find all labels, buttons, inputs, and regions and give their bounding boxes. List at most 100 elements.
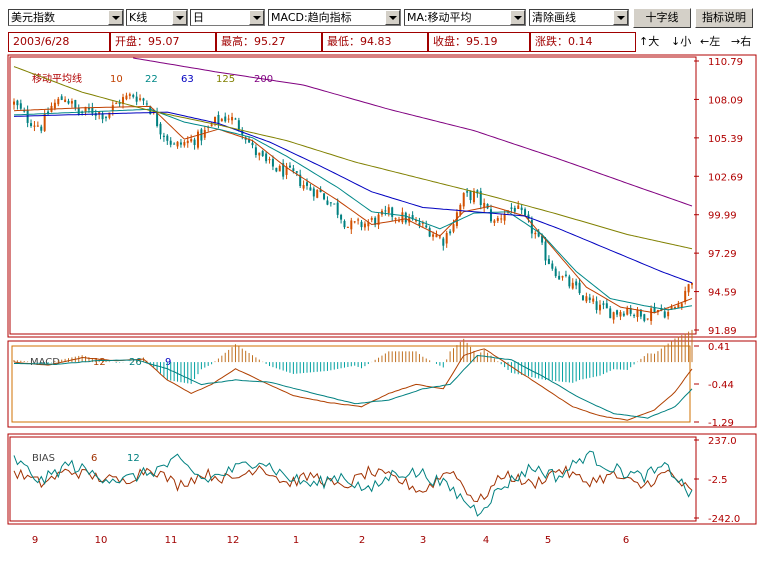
candle-body: [265, 153, 268, 162]
ma-legend-22: 22: [145, 74, 158, 85]
candle-body: [646, 318, 649, 320]
candle-body: [128, 94, 131, 96]
candle-body: [251, 142, 254, 146]
candle-body: [43, 113, 46, 131]
candle-body: [36, 125, 39, 127]
candle-body: [547, 258, 550, 264]
candle-body: [449, 231, 452, 234]
candle-body: [667, 311, 670, 317]
x-tick-label-1: 1: [293, 535, 299, 546]
candle-body: [196, 131, 199, 148]
x-tick-label-10: 10: [95, 535, 108, 546]
candle-body: [404, 212, 407, 223]
candle-body: [271, 159, 274, 167]
x-tick-label-11: 11: [165, 535, 178, 546]
candle-body: [496, 218, 499, 221]
candle-body: [581, 295, 584, 301]
candle-body: [220, 118, 223, 122]
candle-body: [193, 139, 196, 145]
candle-body: [306, 182, 309, 186]
candle-body: [459, 204, 462, 216]
bias-legend-12: 12: [127, 453, 140, 464]
candle-body: [268, 159, 271, 161]
candle-body: [442, 238, 445, 246]
candle-body: [292, 168, 295, 171]
candle-body: [190, 139, 193, 142]
candle-body: [186, 140, 189, 144]
candle-body: [568, 276, 571, 287]
candle-body: [554, 268, 557, 277]
candle-body: [503, 213, 506, 221]
candle-body: [626, 308, 629, 315]
candle-body: [588, 297, 591, 301]
candle-body: [60, 96, 63, 100]
ma-legend-63: 63: [181, 74, 194, 85]
candle-body: [70, 101, 73, 104]
candle-body: [261, 150, 264, 156]
macd-y-tick-label: -0.44: [708, 380, 734, 391]
candle-body: [585, 296, 588, 302]
candle-body: [77, 107, 80, 115]
candle-body: [234, 118, 237, 120]
chart-area[interactable]: 110.79 108.09 105.39 102.69 99.99 97.29 94.59 9…: [0, 0, 764, 564]
ma63-line: [13, 111, 693, 284]
candle-body: [118, 102, 121, 104]
price-y-tick-label: 99.99: [708, 211, 737, 222]
x-tick-label-6: 6: [623, 535, 629, 546]
x-tick-label-5: 5: [545, 535, 551, 546]
ma-legend-10: 10: [110, 74, 123, 85]
candle-body: [544, 241, 547, 261]
macd-y-tick-label: 0.41: [708, 342, 730, 353]
candle-body: [469, 190, 472, 201]
candle-body: [425, 225, 428, 228]
candle-body: [561, 276, 564, 278]
candle-body: [357, 219, 360, 221]
candle-body: [595, 301, 598, 310]
candle-body: [643, 314, 646, 321]
candle-body: [397, 220, 400, 222]
candle-body: [139, 98, 142, 100]
candle-body: [472, 190, 475, 203]
candle-body: [605, 303, 608, 309]
candle-body: [438, 236, 441, 238]
candle-body: [302, 185, 305, 189]
candle-body: [510, 207, 513, 209]
candle-body: [166, 135, 169, 141]
candle-body: [551, 263, 554, 269]
candle-body: [309, 187, 312, 191]
candle-body: [312, 188, 315, 197]
candle-body: [162, 135, 165, 137]
candle-body: [326, 200, 329, 205]
candle-body: [125, 95, 128, 100]
candle-body: [169, 140, 172, 145]
candle-body: [452, 224, 455, 232]
price-panel-outer: [7, 54, 757, 338]
candle-body: [616, 310, 619, 315]
candle-body: [346, 226, 349, 228]
x-tick-label-3: 3: [420, 535, 426, 546]
candle-body: [156, 112, 159, 127]
candle-body: [57, 98, 60, 105]
candle-body: [619, 312, 622, 317]
candle-body: [74, 99, 77, 108]
candle-body: [231, 116, 234, 121]
x-tick-label-2: 2: [359, 535, 365, 546]
candle-body: [176, 141, 179, 147]
candle-body: [520, 207, 523, 211]
candle-body: [316, 189, 319, 198]
candle-body: [217, 114, 220, 124]
candle-body: [650, 308, 653, 321]
candle-body: [111, 105, 114, 111]
x-tick-label-12: 12: [227, 535, 240, 546]
candle-body: [16, 100, 19, 106]
candle-body: [636, 309, 639, 318]
candle-body: [67, 100, 70, 104]
candle-body: [254, 147, 257, 155]
candle-body: [295, 171, 298, 173]
candle-body: [599, 304, 602, 311]
candle-body: [680, 303, 683, 308]
candle-body: [466, 191, 469, 193]
candle-body: [394, 218, 397, 220]
ma22-line: [13, 108, 693, 311]
candle-body: [687, 284, 690, 293]
